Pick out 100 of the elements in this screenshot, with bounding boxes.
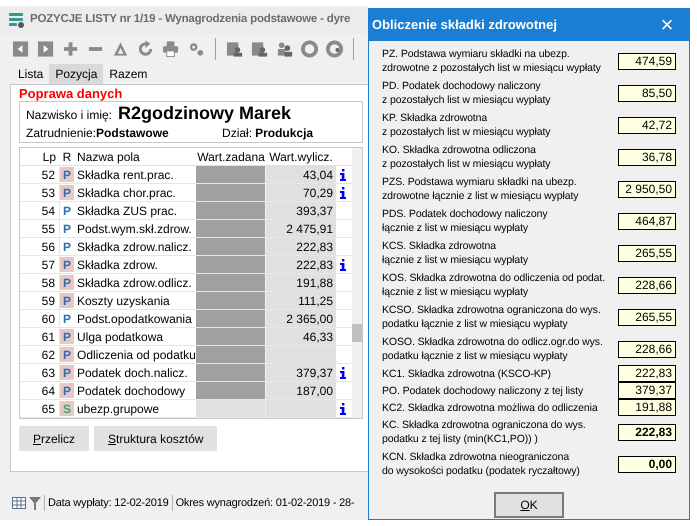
type-letter: P [62,239,72,254]
info-icon[interactable] [340,366,346,378]
scrollbar-thumb[interactable] [352,324,362,342]
type-letter: S [60,401,74,416]
column-header[interactable]: Nazwa pola [74,148,196,166]
table-cell: 393,37 [266,202,336,219]
info-icon[interactable] [340,168,346,180]
table-cell: 54 [20,202,60,219]
table-cell-text: Ulga podatkowa [76,329,164,345]
column-header[interactable]: Wart.wylicz. [266,148,336,166]
value-field: 228,66 [618,276,676,294]
table-cell: 43,04 [266,166,336,183]
value-field: 474,59 [618,52,676,70]
value-field: 265,55 [618,244,676,262]
type-letter: P [62,203,72,218]
table-cell: 56 [20,238,60,255]
type-letter: P [62,311,72,326]
table-cell-text: Składka ZUS prac. [76,203,178,219]
type-letter: P [60,347,74,362]
type-letter: P [60,383,74,398]
table-cell-text: Składka zdrow. [76,257,159,273]
value-field: 42,72 [618,116,676,134]
app-icon [8,11,26,29]
left-icon[interactable] [12,40,30,58]
field-label: KC. Składka zdrowotna ograniczona do wys. podatku z tej listy (min(KC1,PO)) ) [382,418,586,446]
table-cell: 379,37 [266,364,336,381]
filter-icon[interactable] [29,496,41,510]
value-field: 464,87 [618,212,676,230]
tab[interactable]: Pozycja [49,64,104,84]
table-cell-text: Podst.wym.skł.zdrow. [76,221,193,237]
table-cell: 70,29 [266,184,336,201]
person-card-icon[interactable] [226,40,243,58]
ok-button[interactable]: OK [494,492,564,518]
table-cell: 187,00 [266,382,336,399]
value-field: 222,83 [618,424,676,440]
refresh-icon[interactable] [137,40,154,58]
name-label: Nazwisko i imię: [26,106,112,124]
field-label: KCSO. Składka zdrowotna ograniczona do wys. podatku łącznie z list w miesiącu wypłaty [382,303,601,331]
plus-icon[interactable] [62,40,80,58]
field-label: KCS. Składka zdrowotna łącznie z list w miesiącu wypłaty [382,239,528,267]
field-label: PDS. Podatek dochodowy naliczony łącznie z list w miesiącu wypłaty [382,207,548,235]
info-icon[interactable] [340,186,346,198]
field-label: PZ. Podstawa wymiaru składki na ubezp. zdrowotne z pozostałych list w miesiącu wypłaty [382,47,601,75]
triangle-icon[interactable] [112,40,130,58]
table-icon[interactable] [12,497,26,509]
table-cell: 111,25 [266,292,336,309]
column-header[interactable]: Wart.zadana [196,148,266,166]
table-cell: 2 365,00 [266,310,336,327]
table-cell-text: Składka chor.prac. [76,185,177,201]
close-button[interactable]: × [645,9,689,41]
status-text: Okres wynagrodzeń: 01-02-2019 - 28- [176,496,354,511]
table-cell-text: Składka rent.prac. [76,167,175,183]
field-label: KCN. Składka zdrowotna nieograniczona do wysokości podatku (podatek ryczałtowy) [382,450,580,478]
table-cell: 222,83 [266,238,336,255]
department-value: Produkcja [255,124,314,142]
ring-icon[interactable] [326,40,343,58]
info-icon[interactable] [340,258,346,270]
table-cell: 60 [20,310,60,327]
type-letter: P [60,329,74,344]
window-title: POZYCJE LISTY nr 1/19 - Wynagrodzenia podstawowe - dyre [30,12,350,28]
table-cell: 46,33 [266,328,336,345]
table-cell: 222,83 [266,256,336,273]
table-cell-text: Podst.opodatkowania [76,311,193,327]
field-label: PZS. Podstawa wymiaru składki na ubezp. zdrowotne łącznie z list w miesiącu wypłaty [382,175,578,203]
type-letter: P [62,221,72,236]
value-field: 36,78 [618,148,676,166]
button[interactable]: Przelicz [19,426,90,451]
employment-value: Podstawowe [96,124,170,142]
type-letter: P [60,167,74,182]
print-icon[interactable] [162,40,180,58]
field-label: KC2. Składka zdrowotna możliwa do odliczenia [382,400,598,414]
type-letter: P [60,185,74,200]
table-cell: 2 475,91 [266,220,336,237]
type-letter: P [60,275,74,290]
table-cell: 191,88 [266,274,336,291]
person-card-icon[interactable] [250,40,268,58]
employee-name: R2godzinowy Marek [118,102,292,122]
section-title: Poprawa danych [19,87,124,101]
type-letter: P [60,365,74,380]
right-icon[interactable] [37,40,54,58]
column-header[interactable]: Lp [20,148,60,166]
ring-icon[interactable] [300,40,318,58]
people-icon[interactable] [276,40,293,58]
column-header[interactable]: R [60,148,74,166]
table-cell-text: Podatek doch.nalicz. [76,365,189,381]
field-label: KOS. Składka zdrowotna do odliczenia od podat. łącznie z list w miesiącu wypłaty [382,271,606,299]
value-field: 2 950,50 [618,180,676,198]
type-letter: P [60,257,74,272]
button[interactable]: Struktura kosztów [94,426,218,451]
field-label: PD. Podatek dochodowy naliczony z pozostałych list w miesiącu wypłaty [382,79,550,107]
table-cell-text: Odliczenia od podatku [76,347,196,363]
scrollbar[interactable] [352,148,362,418]
employment-label: Zatrudnienie: [26,124,96,142]
field-label: KO. Składka zdrowotna odliczona z pozostałych list w miesiącu wypłaty [382,143,550,171]
info-icon[interactable] [340,402,346,414]
status-text: Data wypłaty: 12-02-2019 [48,496,169,511]
value-field: 0,00 [618,456,676,472]
table-cell: 55 [20,220,60,237]
value-field: 379,37 [618,382,676,399]
value-field: 228,66 [618,340,676,358]
